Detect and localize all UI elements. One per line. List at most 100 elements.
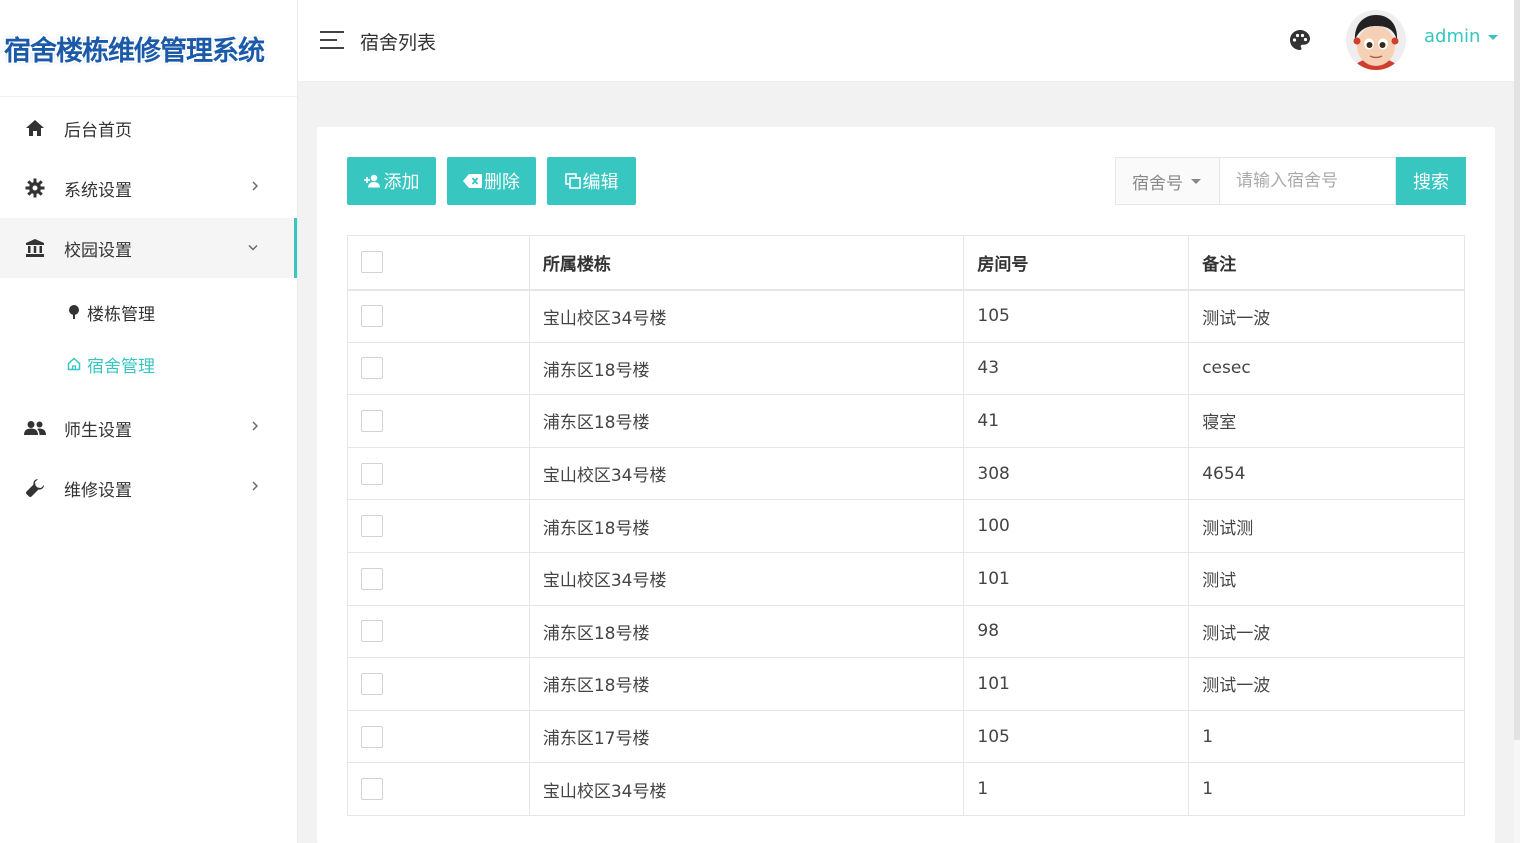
edit-button[interactable]: 编辑 <box>547 157 636 205</box>
building-cell: 宝山校区34号楼 <box>528 762 965 816</box>
room-cell: 308 <box>963 446 1190 501</box>
room-cell: 1 <box>963 762 1190 816</box>
remark-cell: 测试 <box>1188 551 1465 606</box>
sidebar-item-dorm[interactable]: 宿舍管理 <box>0 338 297 390</box>
column-header: 备注 <box>1188 235 1465 291</box>
search-group: 宿舍号 搜索 <box>1115 157 1466 205</box>
remark-cell: 1 <box>1188 709 1465 764</box>
building-cell: 浦东区18号楼 <box>528 499 965 553</box>
table-row[interactable]: 浦东区18号楼 101 测试一波 <box>347 657 1465 711</box>
table-row[interactable]: 浦东区18号楼 98 测试一波 <box>347 604 1465 659</box>
building-cell: 浦东区18号楼 <box>528 604 965 659</box>
pin-icon <box>66 304 82 320</box>
sidebar-item-home[interactable]: 后台首页 <box>0 98 297 158</box>
users-icon <box>24 417 46 439</box>
remark-cell: cesec <box>1188 341 1465 396</box>
sidebar-item-label: 宿舍管理 <box>87 356 155 377</box>
table-row[interactable]: 宝山校区34号楼 308 4654 <box>347 446 1465 501</box>
sidebar-menu: 后台首页 系统设置 校园设置 楼栋管理 宿舍管理 师生设置 维修设置 <box>0 97 297 518</box>
search-field-select[interactable]: 宿舍号 <box>1115 157 1220 205</box>
sidebar-item-campus[interactable]: 校园设置 <box>0 218 297 278</box>
room-cell: 100 <box>963 499 1190 553</box>
row-checkbox[interactable] <box>361 778 383 801</box>
room-cell: 101 <box>963 657 1190 711</box>
remark-cell: 测试一波 <box>1188 657 1465 711</box>
add-label: 添加 <box>383 172 420 193</box>
table-row[interactable]: 浦东区18号楼 100 测试测 <box>347 499 1465 553</box>
menu-toggle-icon[interactable] <box>320 31 344 49</box>
edit-label: 编辑 <box>582 172 619 193</box>
building-cell: 宝山校区34号楼 <box>528 551 965 606</box>
row-checkbox[interactable] <box>361 515 383 538</box>
table-row[interactable]: 浦东区17号楼 105 1 <box>347 709 1465 764</box>
row-checkbox[interactable] <box>361 725 383 748</box>
room-cell: 105 <box>963 709 1190 764</box>
chevron-down-icon <box>247 241 259 256</box>
house-icon <box>66 357 82 371</box>
row-checkbox[interactable] <box>361 409 383 432</box>
sidebar-item-people[interactable]: 师生设置 <box>0 398 297 458</box>
chevron-right-icon <box>251 420 259 436</box>
scrollbar-thumb[interactable] <box>1514 0 1520 740</box>
remark-cell: 测试测 <box>1188 499 1465 553</box>
remark-cell: 1 <box>1188 762 1465 816</box>
chevron-right-icon <box>251 180 259 196</box>
sidebar-item-building[interactable]: 楼栋管理 <box>0 286 297 338</box>
select-all-checkbox[interactable] <box>361 251 383 274</box>
table-row[interactable]: 宝山校区34号楼 105 测试一波 <box>347 289 1465 343</box>
user-menu[interactable]: admin <box>1424 26 1499 47</box>
row-checkbox[interactable] <box>361 462 383 485</box>
sidebar-item-label: 后台首页 <box>64 120 132 141</box>
home-icon <box>24 117 46 139</box>
row-checkbox[interactable] <box>361 567 383 590</box>
room-cell: 98 <box>963 604 1190 659</box>
search-button[interactable]: 搜索 <box>1396 157 1466 205</box>
building-cell: 宝山校区34号楼 <box>528 446 965 501</box>
row-checkbox[interactable] <box>361 357 383 380</box>
row-checkbox[interactable] <box>361 305 383 328</box>
building-cell: 浦东区18号楼 <box>528 657 965 711</box>
sidebar-item-label: 系统设置 <box>64 180 132 201</box>
sidebar: 宿舍楼栋维修管理系统 后台首页 系统设置 校园设置 楼栋管理 宿舍管理 师生设置… <box>0 0 298 843</box>
column-header: 所属楼栋 <box>528 235 965 291</box>
copy-icon <box>564 173 581 189</box>
content-card: 添加 删除 编辑 宿舍号 搜索 所属楼栋 房间号 备注 宝山校区34 <box>317 127 1495 843</box>
row-checkbox[interactable] <box>361 672 383 695</box>
logo-text: 宿舍楼栋维修管理系统 <box>4 35 265 67</box>
room-cell: 101 <box>963 551 1190 606</box>
sidebar-item-label: 校园设置 <box>64 240 132 261</box>
campus-submenu: 楼栋管理 宿舍管理 <box>0 278 297 398</box>
scrollbar-track[interactable] <box>1514 0 1520 843</box>
table-row[interactable]: 宝山校区34号楼 101 测试 <box>347 551 1465 606</box>
dorm-table: 所属楼栋 房间号 备注 宝山校区34号楼 105 测试一波 浦东区18号楼 43 cese… <box>347 235 1465 816</box>
table-header-row: 所属楼栋 房间号 备注 <box>347 235 1465 291</box>
caret-down-icon <box>1191 178 1201 184</box>
building-cell: 宝山校区34号楼 <box>528 289 965 343</box>
select-value: 宿舍号 <box>1132 173 1183 194</box>
top-header: 宿舍列表 admin <box>298 0 1520 82</box>
building-cell: 浦东区18号楼 <box>528 341 965 396</box>
remark-cell: 寝室 <box>1188 394 1465 448</box>
building-cell: 浦东区18号楼 <box>528 394 965 448</box>
table-row[interactable]: 浦东区18号楼 43 cesec <box>347 341 1465 396</box>
avatar[interactable] <box>1346 10 1406 70</box>
search-input[interactable] <box>1220 157 1396 205</box>
delete-button[interactable]: 删除 <box>447 157 536 205</box>
wrench-icon <box>24 477 46 499</box>
chevron-right-icon <box>251 480 259 496</box>
palette-icon[interactable] <box>1288 28 1312 52</box>
remark-cell: 4654 <box>1188 446 1465 501</box>
building-cell: 浦东区17号楼 <box>528 709 965 764</box>
remark-cell: 测试一波 <box>1188 289 1465 343</box>
sidebar-item-system[interactable]: 系统设置 <box>0 158 297 218</box>
username: admin <box>1424 26 1481 47</box>
table-row[interactable]: 宝山校区34号楼 1 1 <box>347 762 1465 816</box>
bank-icon <box>24 237 46 259</box>
sidebar-item-label: 维修设置 <box>64 480 132 501</box>
row-checkbox[interactable] <box>361 620 383 643</box>
add-button[interactable]: 添加 <box>347 157 436 205</box>
room-cell: 43 <box>963 341 1190 396</box>
table-row[interactable]: 浦东区18号楼 41 寝室 <box>347 394 1465 448</box>
sidebar-item-repair[interactable]: 维修设置 <box>0 458 297 518</box>
page-title: 宿舍列表 <box>360 32 437 54</box>
